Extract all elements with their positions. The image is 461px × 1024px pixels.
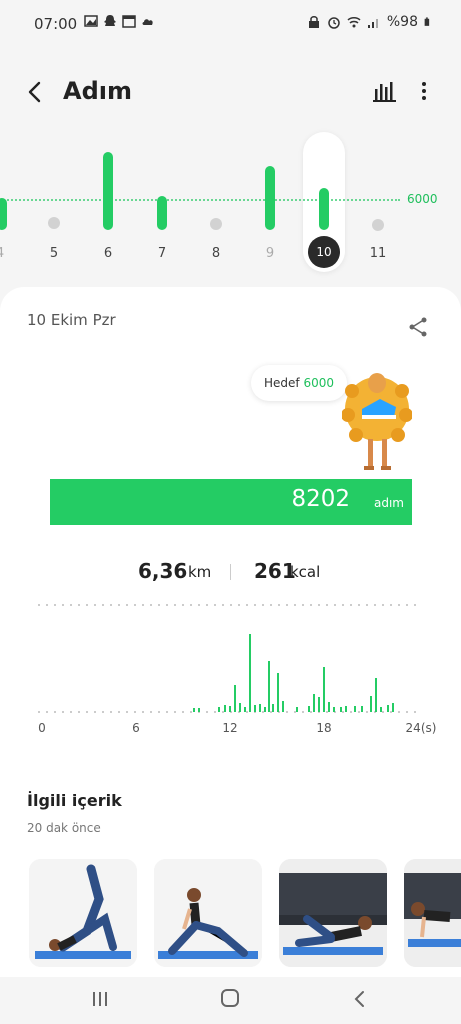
sneaker-mascot-icon bbox=[342, 373, 412, 470]
battery-text: %98 bbox=[386, 14, 418, 30]
hour-axis-label: 18 bbox=[316, 721, 332, 735]
alarm-icon bbox=[328, 17, 340, 29]
day-label: 5 bbox=[49, 246, 59, 261]
day-dot-5[interactable] bbox=[48, 217, 60, 229]
related-content-subtitle: 20 dak önce bbox=[27, 821, 101, 835]
steps-unit: adım bbox=[374, 496, 404, 510]
day-bar-4[interactable] bbox=[0, 198, 7, 230]
gallery-icon bbox=[84, 15, 98, 27]
day-label: 7 bbox=[157, 246, 167, 261]
workout-image-icon bbox=[404, 859, 461, 967]
hourly-chart-svg bbox=[38, 604, 422, 713]
page-title: Adım bbox=[63, 77, 132, 105]
day-bar-10[interactable] bbox=[319, 188, 329, 230]
recents-icon[interactable] bbox=[90, 989, 110, 1009]
workout-thumbnail[interactable] bbox=[404, 859, 461, 967]
home-icon[interactable] bbox=[220, 988, 240, 1008]
hour-axis-label: 12 bbox=[222, 721, 238, 735]
status-right: %98 bbox=[307, 14, 433, 30]
nav-back-icon[interactable] bbox=[350, 989, 370, 1009]
status-bar: 07:00 %98 bbox=[0, 0, 461, 50]
day-detail-card: 10 Ekim Pzr Hedef 6000 8202 adım 6,36 km… bbox=[0, 287, 461, 977]
workout-image-icon bbox=[29, 859, 137, 967]
notification-icons bbox=[84, 14, 155, 28]
goal-value: 6000 bbox=[303, 376, 335, 390]
workout-thumbnail[interactable] bbox=[154, 859, 262, 967]
workout-thumbnail[interactable] bbox=[279, 859, 387, 967]
distance-value: 6,36 bbox=[138, 559, 188, 583]
workout-thumbnail[interactable] bbox=[29, 859, 137, 967]
app-header: Adım bbox=[0, 70, 461, 114]
related-thumbnails bbox=[29, 859, 461, 969]
wifi-icon bbox=[347, 17, 361, 28]
share-icon[interactable] bbox=[406, 315, 430, 339]
day-dot-11[interactable] bbox=[372, 219, 384, 231]
battery-icon bbox=[424, 17, 430, 26]
stats-row: 6,36 km 261 kcal bbox=[0, 559, 461, 589]
day-bar-7[interactable] bbox=[157, 196, 167, 230]
stats-divider bbox=[230, 564, 231, 580]
weekly-steps-chart: 6000 4 5 6 7 8 9 10 11 bbox=[0, 130, 461, 280]
related-content-title: İlgili içerik bbox=[27, 791, 122, 810]
hour-axis-label: 0 bbox=[38, 721, 46, 735]
day-label: 6 bbox=[103, 246, 113, 261]
system-nav-bar bbox=[0, 977, 461, 1024]
calories-unit: kcal bbox=[290, 563, 321, 581]
back-arrow-icon[interactable] bbox=[22, 78, 50, 106]
day-bar-9[interactable] bbox=[265, 166, 275, 230]
distance-unit: km bbox=[188, 563, 212, 581]
selected-day-label[interactable]: 10 bbox=[308, 236, 340, 268]
hour-axis-label: 6 bbox=[132, 721, 140, 735]
steps-count: 8202 bbox=[291, 486, 350, 512]
date-label: 10 Ekim Pzr bbox=[27, 311, 116, 329]
more-options-icon[interactable] bbox=[413, 78, 435, 104]
bar-chart-icon[interactable] bbox=[372, 78, 398, 104]
day-label: 8 bbox=[211, 246, 221, 261]
steps-progress-bar: 8202 adım bbox=[50, 479, 412, 525]
signal-icon bbox=[367, 19, 378, 28]
workout-image-icon bbox=[279, 859, 387, 967]
snapchat-icon bbox=[104, 15, 116, 26]
workout-image-icon bbox=[154, 859, 262, 967]
goal-line bbox=[0, 199, 400, 201]
lock-icon bbox=[308, 16, 319, 28]
day-label: 4 bbox=[0, 246, 10, 261]
day-label: 11 bbox=[369, 246, 387, 261]
day-dot-8[interactable] bbox=[210, 218, 222, 230]
goal-bubble: Hedef 6000 bbox=[251, 365, 348, 401]
calendar-icon bbox=[122, 15, 136, 28]
cloud-icon bbox=[142, 19, 153, 25]
status-time: 07:00 bbox=[34, 15, 78, 33]
day-label: 9 bbox=[265, 246, 275, 261]
hour-axis-label: 24(s) bbox=[405, 721, 437, 735]
goal-prefix: Hedef bbox=[264, 376, 300, 390]
hourly-steps-chart: 0 6 12 18 24(s) bbox=[0, 597, 461, 737]
day-bar-6[interactable] bbox=[103, 152, 113, 230]
goal-line-label: 6000 bbox=[407, 192, 438, 206]
